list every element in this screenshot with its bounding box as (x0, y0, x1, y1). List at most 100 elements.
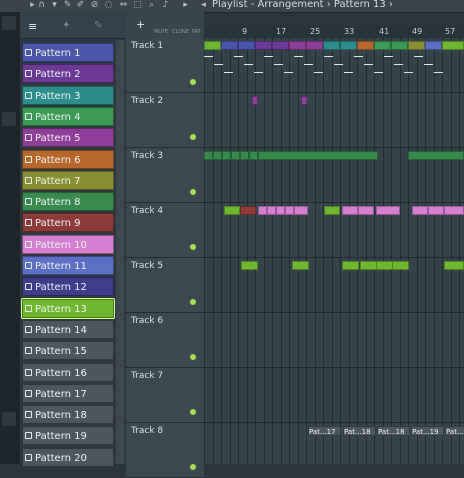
pattern-clip[interactable] (249, 151, 258, 160)
mute-label[interactable]: MUTE (154, 29, 168, 35)
pattern-clip-labelled[interactable]: Pat...19 (445, 426, 464, 436)
pattern-item[interactable]: Pattern 9 (22, 213, 114, 233)
pattern-clip[interactable] (444, 206, 464, 215)
pattern-clip[interactable] (258, 151, 378, 160)
pattern-item[interactable]: Pattern 19 (22, 426, 114, 446)
pattern-clip[interactable] (289, 41, 306, 50)
pattern-clip[interactable] (408, 41, 425, 50)
pattern-clip[interactable] (213, 151, 222, 160)
pattern-clip[interactable] (442, 41, 464, 50)
pattern-clip[interactable] (292, 261, 309, 270)
track-enable-led[interactable] (190, 409, 196, 415)
speaker-output-icon[interactable]: ◂ (198, 0, 209, 11)
pattern-item[interactable]: Pattern 5 (22, 128, 114, 148)
pattern-clip[interactable] (204, 151, 213, 160)
pattern-clip[interactable] (224, 206, 240, 215)
pattern-clip[interactable] (391, 41, 408, 50)
pattern-clip-labelled[interactable]: Pat...19 (411, 426, 444, 436)
pattern-item[interactable]: Pattern 15 (22, 341, 114, 361)
pattern-clip[interactable] (360, 261, 377, 270)
pattern-clip[interactable] (240, 151, 249, 160)
pattern-clip[interactable] (231, 151, 240, 160)
pattern-clip[interactable] (342, 206, 358, 215)
track-enable-led[interactable] (190, 134, 196, 140)
pattern-clip[interactable] (376, 206, 400, 215)
pat-label[interactable]: PAT (192, 29, 201, 35)
zoom-icon[interactable]: ⌕ (146, 0, 157, 11)
snap-icon[interactable]: ▾ (49, 0, 60, 11)
pattern-clip[interactable] (324, 206, 340, 215)
picker-arrow-icon[interactable]: ✦ (62, 20, 70, 31)
pencil-icon[interactable]: ✎ (62, 0, 73, 11)
pattern-item[interactable]: Pattern 2 (22, 64, 114, 84)
pattern-clip[interactable] (412, 206, 428, 215)
track-enable-led[interactable] (190, 354, 196, 360)
pattern-clip[interactable] (252, 96, 258, 105)
pattern-clip[interactable] (221, 41, 238, 50)
pattern-item[interactable]: Pattern 10 (22, 234, 114, 254)
pattern-clip[interactable] (276, 206, 285, 215)
pattern-item[interactable]: Pattern 14 (22, 319, 114, 339)
pattern-clip[interactable] (238, 41, 255, 50)
pattern-clip[interactable] (306, 41, 323, 50)
cursor-icon[interactable]: ▸ (180, 0, 191, 11)
pattern-clip[interactable] (340, 41, 357, 50)
track-header[interactable]: Track 7 (126, 368, 204, 423)
magnet-icon[interactable]: ∩ (36, 0, 47, 11)
pattern-clip[interactable] (267, 206, 276, 215)
pattern-clip[interactable] (241, 261, 258, 270)
paint-icon[interactable]: ✐ (75, 0, 86, 11)
scroll-icon[interactable] (2, 112, 16, 126)
pattern-clip-labelled[interactable]: Pat...17 (308, 426, 341, 436)
select-icon[interactable]: ⬚ (132, 0, 143, 11)
track-enable-led[interactable] (190, 79, 196, 85)
pattern-item[interactable]: Pattern 7 (22, 170, 114, 190)
collapse-icon[interactable] (2, 16, 16, 30)
pattern-clip-labelled[interactable]: Pat...18 (343, 426, 376, 436)
picker-tool-icon[interactable]: ✎ (94, 20, 102, 31)
pattern-clip[interactable] (294, 206, 308, 215)
pattern-item[interactable]: Pattern 6 (22, 149, 114, 169)
arrangement-grid[interactable]: Pat...17Pat...18Pat...18Pat...19Pat...19 (204, 38, 464, 464)
pattern-clip[interactable] (258, 206, 267, 215)
pattern-clip[interactable] (425, 41, 442, 50)
track-header[interactable]: Track 4 (126, 203, 204, 258)
pattern-item[interactable]: Pattern 17 (22, 383, 114, 403)
pattern-clip[interactable] (428, 206, 444, 215)
track-header[interactable]: Track 8 (126, 423, 204, 478)
track-enable-led[interactable] (190, 464, 196, 470)
clone-label[interactable]: CLONE (172, 29, 189, 35)
pattern-item[interactable]: Pattern 13 (21, 297, 115, 319)
pattern-item[interactable]: Pattern 4 (22, 106, 114, 126)
pattern-clip[interactable] (285, 206, 294, 215)
delete-icon[interactable]: ⊘ (89, 0, 100, 11)
track-enable-led[interactable] (190, 299, 196, 305)
picker-scrollbar[interactable] (116, 40, 124, 464)
pattern-clip[interactable] (301, 96, 307, 105)
pattern-clip[interactable] (342, 261, 359, 270)
pattern-item[interactable]: Pattern 8 (22, 192, 114, 212)
pattern-item[interactable]: Pattern 12 (22, 277, 114, 297)
track-header[interactable]: Track 2 (126, 93, 204, 148)
pattern-item[interactable]: Pattern 3 (22, 85, 114, 105)
track-enable-led[interactable] (190, 244, 196, 250)
track-header[interactable]: Track 1 (126, 38, 204, 93)
pattern-clip[interactable] (272, 41, 289, 50)
pattern-clip[interactable] (240, 206, 256, 215)
pattern-clip[interactable] (255, 41, 272, 50)
speaker-icon[interactable]: ♪ (160, 0, 171, 11)
pattern-item[interactable]: Pattern 11 (22, 256, 114, 275)
track-header[interactable]: Track 5 (126, 258, 204, 313)
track-header[interactable]: Track 6 (126, 313, 204, 368)
pattern-clip[interactable] (444, 261, 464, 270)
track-header[interactable]: Track 3 (126, 148, 204, 203)
pattern-item[interactable]: Pattern 18 (22, 405, 114, 425)
pattern-clip[interactable] (357, 41, 374, 50)
pattern-clip[interactable] (358, 206, 374, 215)
pattern-clip-labelled[interactable]: Pat...18 (377, 426, 410, 436)
track-enable-led[interactable] (190, 189, 196, 195)
pattern-clip[interactable] (374, 41, 391, 50)
pattern-item[interactable]: Pattern 16 (22, 362, 114, 382)
pattern-item[interactable]: Pattern 1 (22, 43, 114, 62)
add-track-icon[interactable]: + (136, 18, 145, 31)
